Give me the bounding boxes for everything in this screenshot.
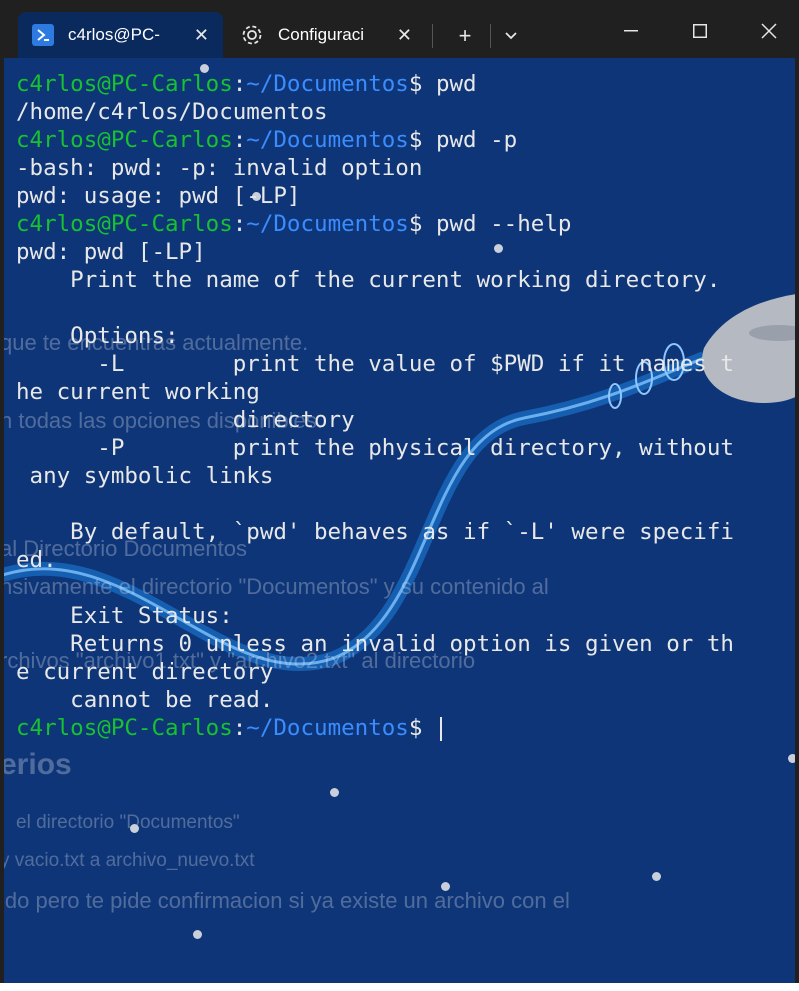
output-line: cannot be read. xyxy=(16,687,274,713)
close-tab-icon[interactable]: ✕ xyxy=(397,25,412,46)
tab-settings[interactable]: Configuraci ✕ xyxy=(226,12,426,58)
close-window-button[interactable] xyxy=(746,16,792,46)
prompt-path: ~/Documentos xyxy=(246,715,409,741)
star-dot xyxy=(130,824,139,833)
prompt-user: c4rlos@PC-Carlos xyxy=(16,211,233,237)
gear-icon xyxy=(240,23,264,47)
dropdown-button[interactable] xyxy=(496,22,526,50)
output-line: Returns 0 unless an invalid option is gi… xyxy=(16,631,734,657)
prompt-user: c4rlos@PC-Carlos xyxy=(16,715,233,741)
tab-divider xyxy=(490,24,491,48)
tab-powershell[interactable]: c4rlos@PC- ✕ xyxy=(18,12,223,58)
star-dot xyxy=(193,930,202,939)
output-line: he current working xyxy=(16,379,260,405)
command-text: $ pwd --help xyxy=(408,211,572,237)
prompt-path: ~/Documentos xyxy=(246,127,409,153)
prompt-line: c4rlos@PC-Carlos:~/Documentos$ pwd xyxy=(16,71,477,97)
output-line: Print the name of the current working di… xyxy=(16,267,721,293)
maximize-button[interactable] xyxy=(677,16,723,46)
tab-label: Configuraci xyxy=(278,25,364,44)
window-bottom-edge xyxy=(0,983,799,991)
prompt-path: ~/Documentos xyxy=(246,211,409,237)
close-icon xyxy=(761,23,777,39)
terminal-area[interactable]: que te encuentras actualmente. n todas l… xyxy=(4,58,795,983)
star-dot xyxy=(441,882,450,891)
background-text: ido pero te pide confirmacion si ya exis… xyxy=(4,888,570,913)
command-text: $ pwd xyxy=(408,71,477,97)
terminal-window: c4rlos@PC- ✕ Configuraci ✕ + que te encu… xyxy=(0,0,799,991)
minimize-button[interactable] xyxy=(608,16,654,46)
background-text: el directorio "Documentos" xyxy=(16,812,240,833)
prompt-line: c4rlos@PC-Carlos:~/Documentos$ xyxy=(16,714,734,742)
output-line: -P print the physical directory, without xyxy=(16,435,734,461)
output-line: e current directory xyxy=(16,659,274,685)
title-bar: c4rlos@PC- ✕ Configuraci ✕ + xyxy=(0,0,799,58)
new-tab-button[interactable]: + xyxy=(450,22,480,50)
text-cursor xyxy=(439,716,442,741)
prompt-user: c4rlos@PC-Carlos xyxy=(16,71,233,97)
star-dot xyxy=(652,872,661,881)
tab-divider xyxy=(432,24,433,48)
prompt-user: c4rlos@PC-Carlos xyxy=(16,127,233,153)
output-line: pwd: pwd [-LP] xyxy=(16,239,206,265)
chevron-down-icon xyxy=(505,32,517,40)
command-text: $ xyxy=(408,715,436,741)
output-line: pwd: usage: pwd [-LP] xyxy=(16,183,301,209)
terminal-output: c4rlos@PC-Carlos:~/Documentos$ pwd/home/… xyxy=(16,70,734,742)
close-tab-icon[interactable]: ✕ xyxy=(194,25,209,46)
command-text: $ pwd -p xyxy=(408,127,518,153)
output-line: any symbolic links xyxy=(16,463,274,489)
output-line: directory xyxy=(16,407,355,433)
output-line: By default, `pwd' behaves as if `-L' wer… xyxy=(16,519,734,545)
star-dot xyxy=(330,788,339,797)
output-line: -bash: pwd: -p: invalid option xyxy=(16,155,423,181)
background-text: y vacio.txt a archivo_nuevo.txt xyxy=(4,850,255,871)
output-line: ed. xyxy=(16,547,57,573)
background-text: erios xyxy=(4,748,72,781)
star-dot xyxy=(788,754,795,763)
tab-label: c4rlos@PC- xyxy=(68,25,160,44)
powershell-icon xyxy=(32,24,54,46)
output-line: Options: xyxy=(16,323,179,349)
minimize-icon xyxy=(624,30,638,32)
prompt-path: ~/Documentos xyxy=(246,71,409,97)
output-line: Exit Status: xyxy=(16,603,233,629)
output-line: -L print the value of $PWD if it names t xyxy=(16,351,734,377)
maximize-icon xyxy=(693,24,707,38)
prompt-line: c4rlos@PC-Carlos:~/Documentos$ pwd --hel… xyxy=(16,211,572,237)
output-line: /home/c4rlos/Documentos xyxy=(16,99,328,125)
prompt-line: c4rlos@PC-Carlos:~/Documentos$ pwd -p xyxy=(16,127,518,153)
